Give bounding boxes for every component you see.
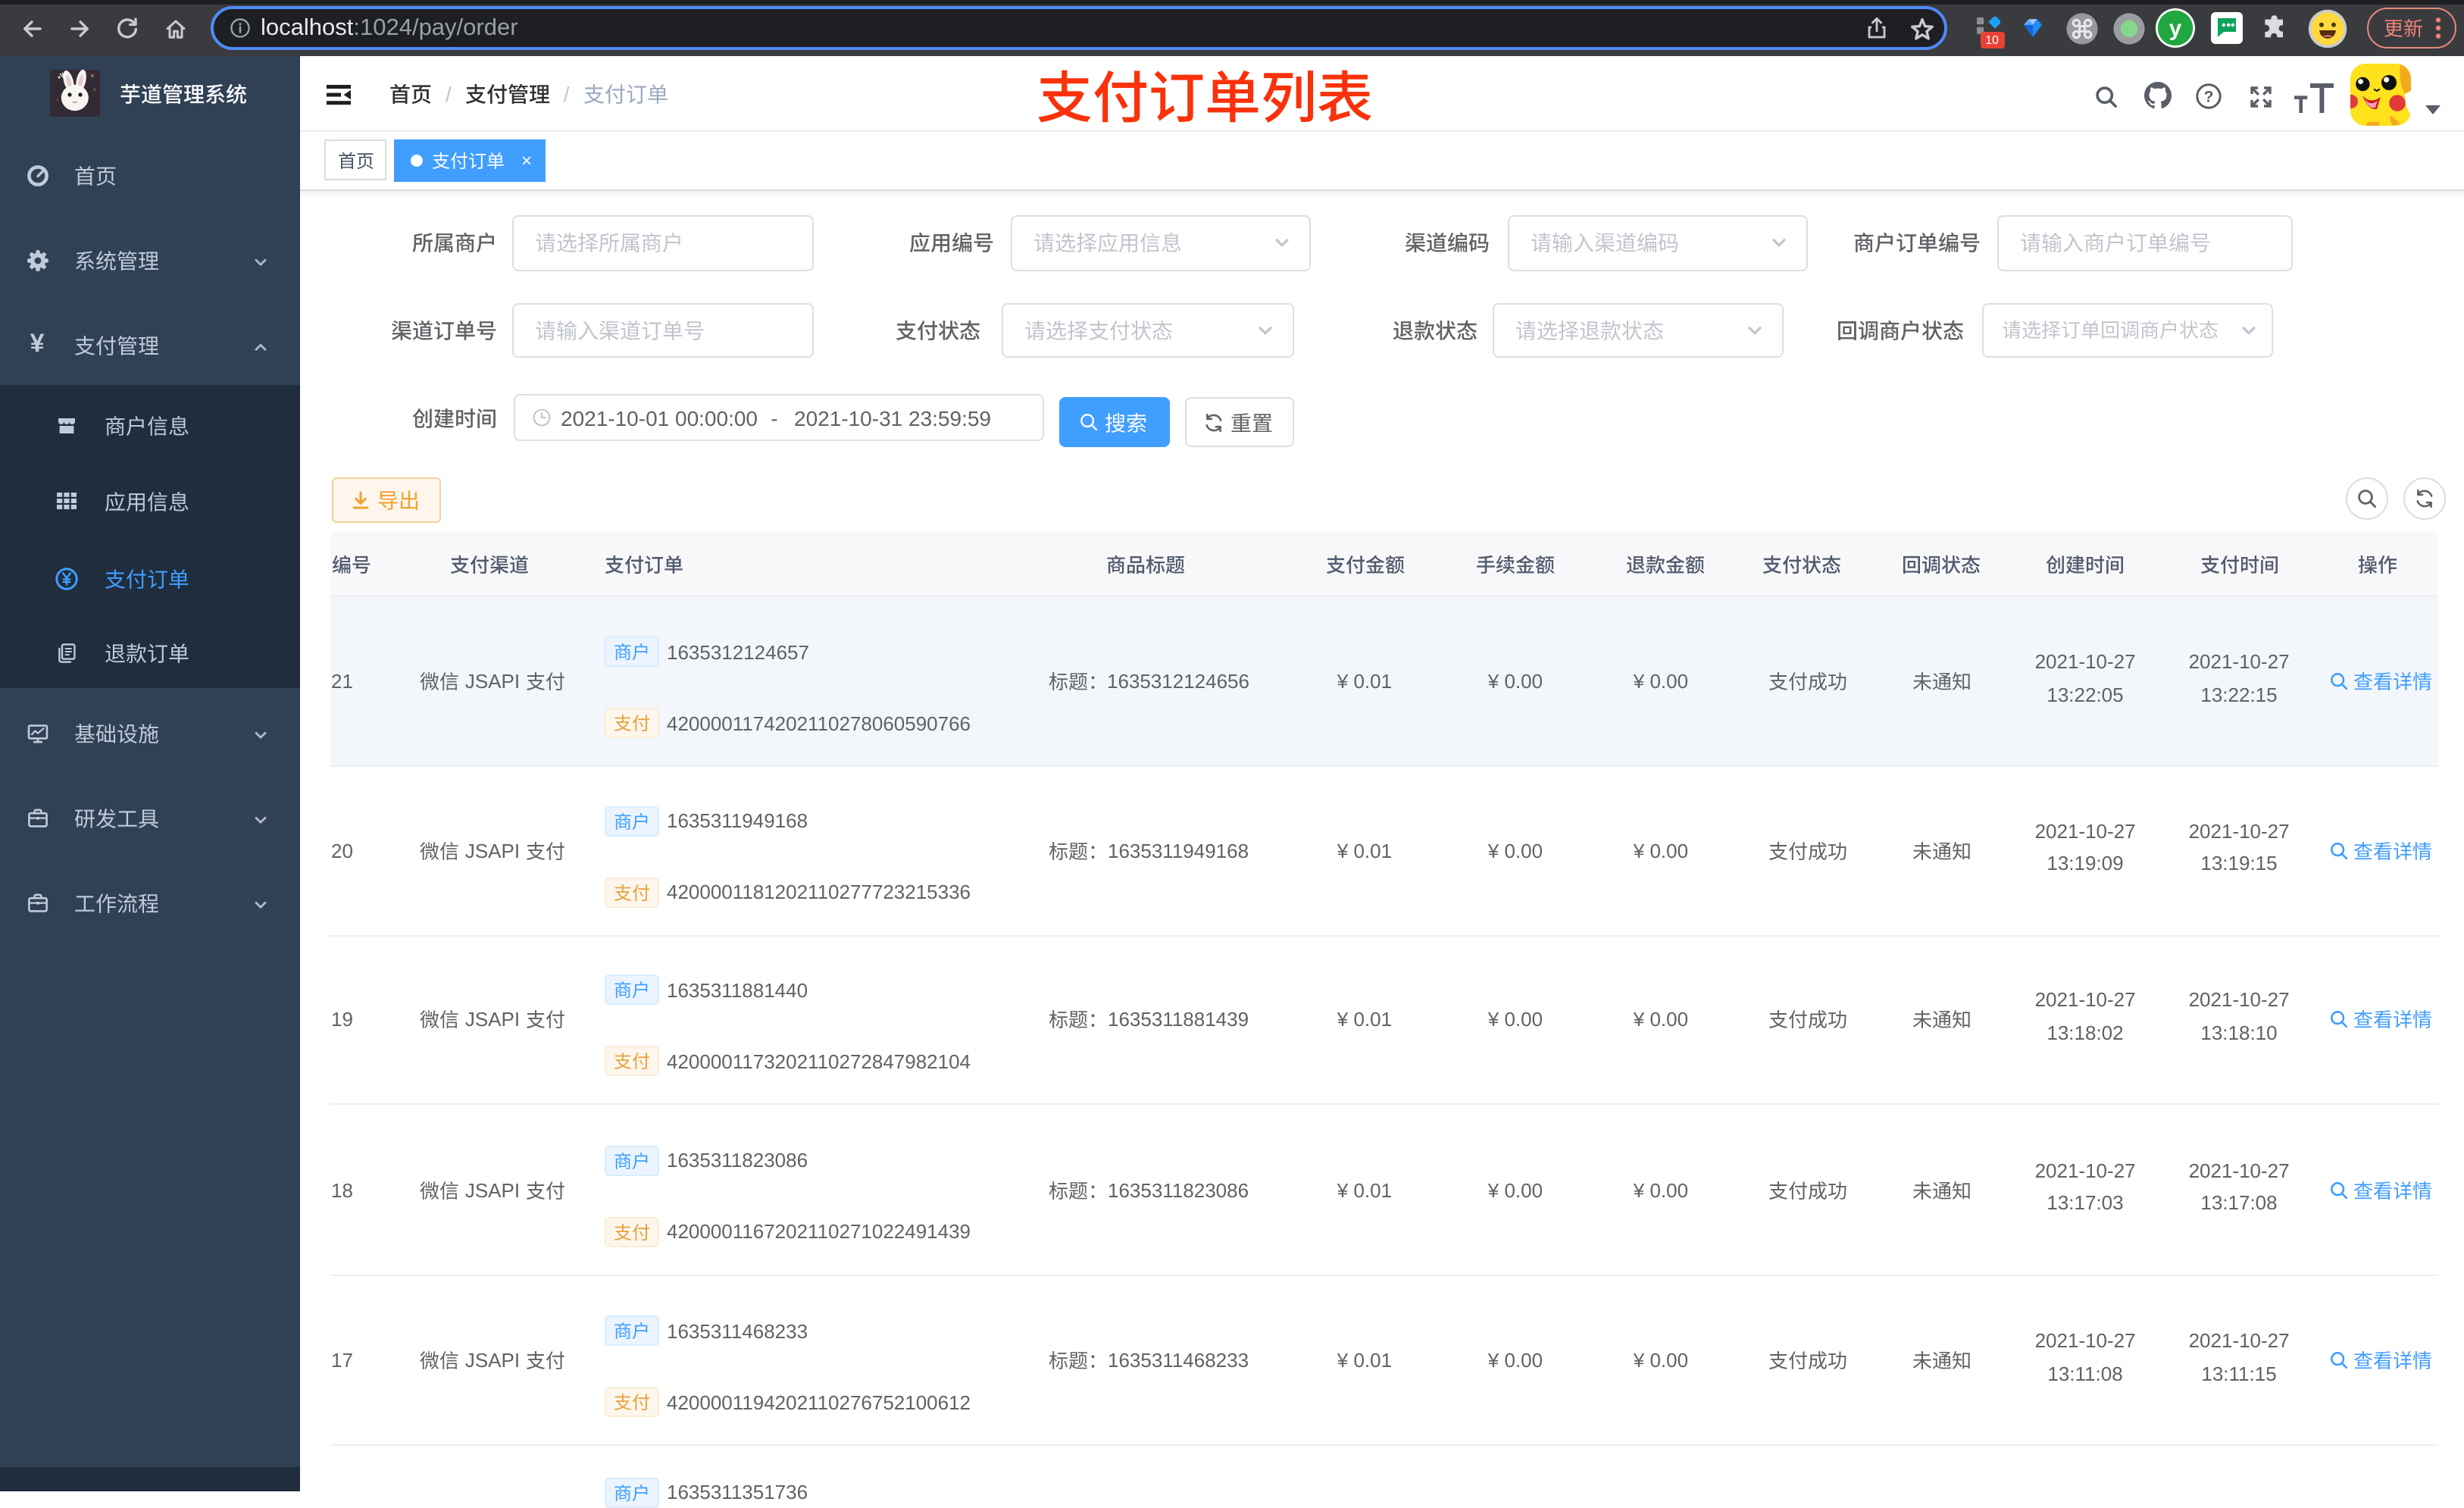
svg-text:y: y — [2169, 16, 2182, 41]
svg-text:?: ? — [2204, 89, 2214, 106]
